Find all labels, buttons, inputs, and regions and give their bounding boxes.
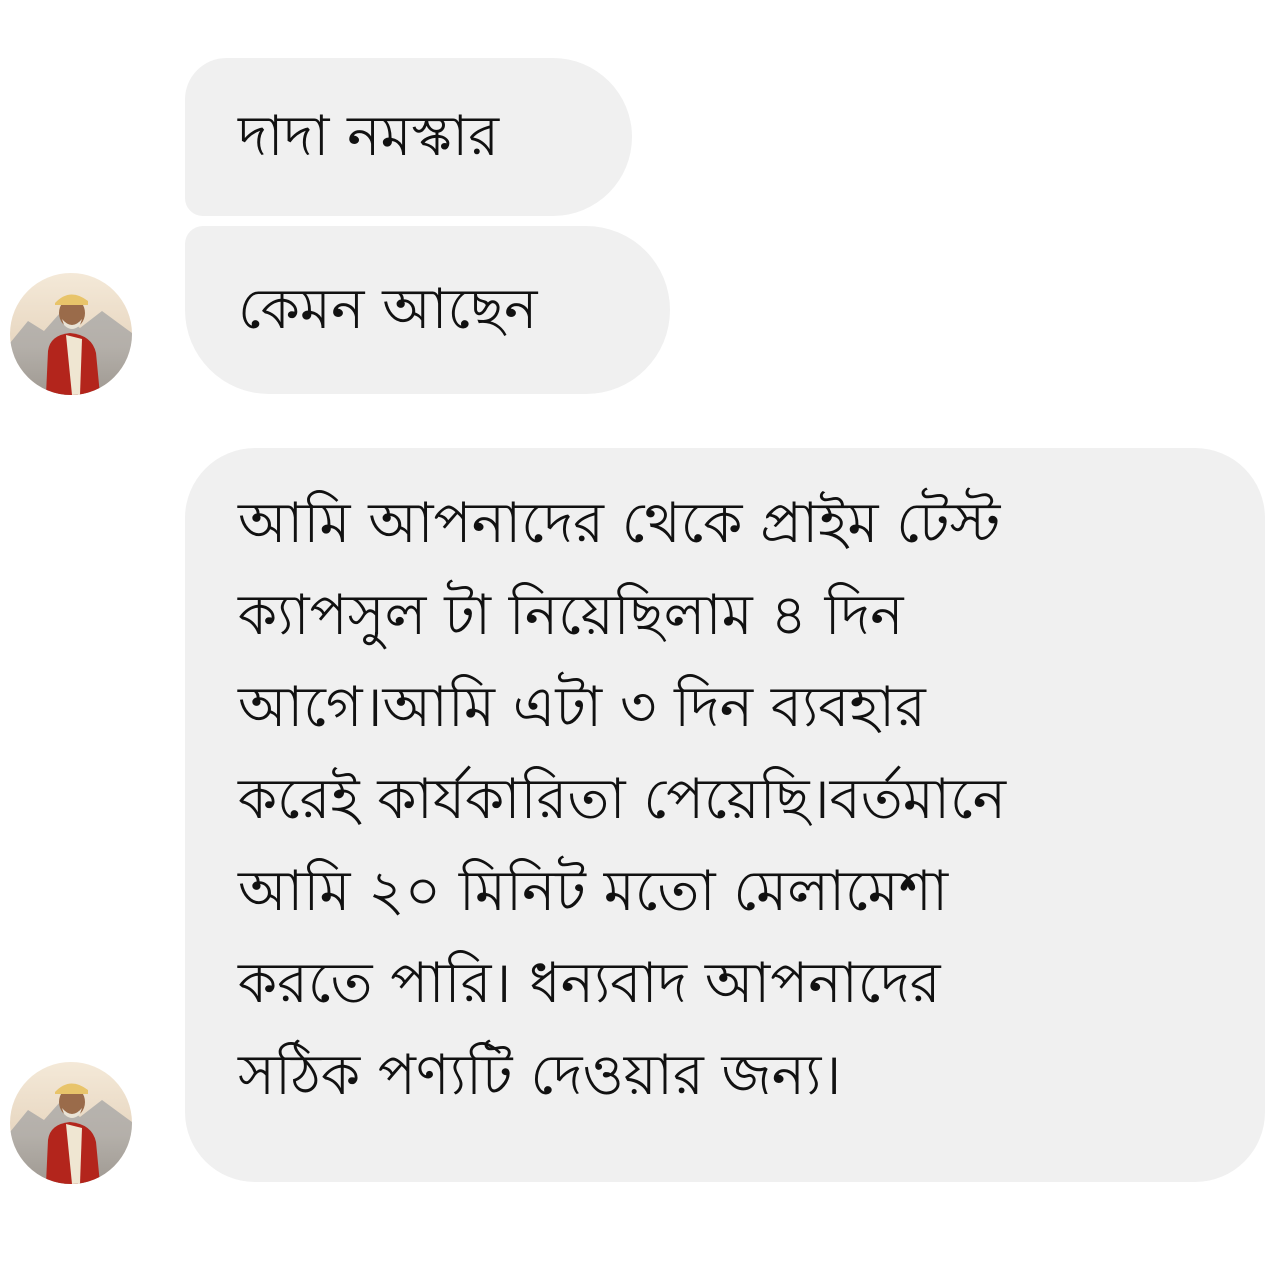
message-text: কেমন আছেন xyxy=(238,277,538,342)
message-bubble-how-are-you[interactable]: কেমন আছেন xyxy=(185,226,670,394)
message-bubble-greeting[interactable]: দাদা নমস্কার xyxy=(185,58,632,216)
message-text: দাদা নমস্কার xyxy=(238,104,500,169)
message-line: আমি ২০ মিনিট মতো মেলামেশা xyxy=(238,859,949,924)
sender-avatar[interactable] xyxy=(10,1062,132,1184)
message-line: করেই কার্যকারিতা পেয়েছি।বর্তমানে xyxy=(238,767,1007,832)
message-line: সঠিক পণ্যটি দেওয়ার জন্য। xyxy=(238,1043,842,1108)
sender-avatar[interactable] xyxy=(10,273,132,395)
message-line: আমি আপনাদের থেকে প্রাইম টেস্ট xyxy=(238,491,1001,556)
avatar-photo-icon xyxy=(10,273,132,395)
message-line: আগে।আমি এটা ৩ দিন ব্যবহার xyxy=(238,675,926,740)
avatar-photo-icon xyxy=(10,1062,132,1184)
message-line: করতে পারি। ধন্যবাদ আপনাদের xyxy=(238,951,941,1016)
message-bubble-testimonial[interactable]: আমি আপনাদের থেকে প্রাইম টেস্ট ক্যাপসুল ট… xyxy=(185,448,1265,1182)
message-line: ক্যাপসুল টা নিয়েছিলাম ৪ দিন xyxy=(238,583,904,648)
